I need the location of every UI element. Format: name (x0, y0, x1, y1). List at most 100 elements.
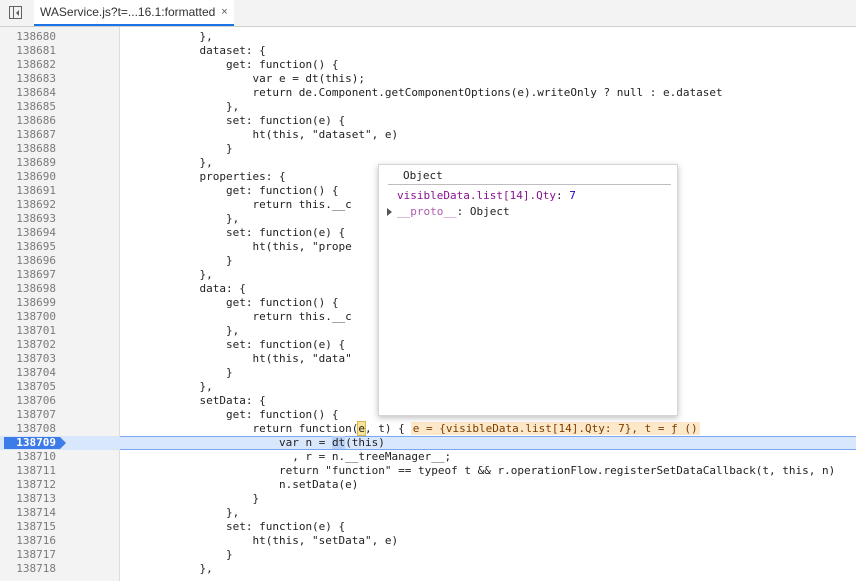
popover-proto-value: Object (469, 205, 510, 218)
code-text: get: function() { (120, 184, 339, 198)
code-line[interactable]: 138708 return function(e, t) {e = {visib… (0, 421, 856, 436)
line-number: 138713 (16, 492, 56, 505)
code-text: }, (120, 100, 239, 114)
code-fragment: }, (225, 506, 240, 519)
line-number: 138708 (16, 422, 56, 435)
code-text: get: function() { (120, 58, 339, 72)
code-line[interactable]: 138716 ht(this, "setData", e) (0, 534, 856, 548)
line-number: 138698 (16, 282, 56, 295)
code-line[interactable]: 138712 n.setData(e) (0, 478, 856, 492)
line-number: 138711 (16, 464, 56, 477)
code-line[interactable]: 138684 return de.Component.getComponentO… (0, 86, 856, 100)
code-text: } (120, 492, 259, 506)
object-preview-popover: Object visibleData.list[14].Qty: 7 __pro… (378, 164, 678, 416)
line-number: 138684 (16, 86, 56, 99)
editor-tab-bar: WAService.js?t=...16.1:formatted × (0, 0, 856, 27)
code-line[interactable]: 138711 return "function" == typeof t && … (0, 464, 856, 478)
code-fragment: setData: { (199, 394, 266, 407)
current-execution-line[interactable]: 138709 var n = dt(this) (0, 436, 856, 450)
code-text: }, (120, 562, 212, 576)
code-line[interactable]: 138714 }, (0, 506, 856, 520)
line-number: 138695 (16, 240, 56, 253)
code-fragment: properties: { (199, 170, 286, 183)
popover-entry: visibleData.list[14].Qty: 7 (397, 189, 576, 202)
code-fragment: } (225, 142, 233, 155)
code-fragment: set: function(e) { (225, 114, 346, 127)
code-fragment: } (225, 366, 233, 379)
line-number: 138717 (16, 548, 56, 561)
code-text: return this.__c (120, 310, 351, 324)
popover-title: Object (388, 169, 671, 185)
code-text: get: function() { (120, 408, 339, 422)
code-text: var e = dt(this); (120, 72, 365, 86)
code-fragment: (this) (345, 436, 385, 449)
code-text: set: function(e) { (120, 114, 345, 128)
line-number: 138693 (16, 212, 56, 225)
line-number: 138697 (16, 268, 56, 281)
code-text: }, (120, 30, 212, 44)
code-fragment: set: function(e) { (225, 226, 346, 239)
code-text: } (120, 548, 233, 562)
line-number: 138682 (16, 58, 56, 71)
line-number: 138694 (16, 226, 56, 239)
code-fragment: var n = (278, 436, 332, 449)
code-line[interactable]: 138680 }, (0, 30, 856, 44)
code-fragment: n.setData(e) (278, 478, 359, 491)
close-icon[interactable]: × (221, 6, 227, 18)
code-line[interactable]: 138688 } (0, 142, 856, 156)
code-text: }, (120, 212, 239, 226)
line-number: 138718 (16, 562, 56, 575)
line-number: 138703 (16, 352, 56, 365)
code-fragment: set: function(e) { (225, 338, 346, 351)
line-number: 138712 (16, 478, 56, 491)
code-line[interactable]: 138682 get: function() { (0, 58, 856, 72)
inline-variable-values: e = {visibleData.list[14].Qty: 7}, t = ƒ… (410, 422, 700, 435)
code-line[interactable]: 138715 set: function(e) { (0, 520, 856, 534)
code-text: return "function" == typeof t && r.opera… (120, 464, 835, 478)
code-text: set: function(e) { (120, 226, 345, 240)
code-text: , r = n.__treeManager__; (120, 450, 451, 464)
code-text: } (120, 142, 233, 156)
line-number: 138700 (16, 310, 56, 323)
code-line[interactable]: 138681 dataset: { (0, 44, 856, 58)
code-text: }, (120, 380, 212, 394)
line-number: 138685 (16, 100, 56, 113)
code-fragment: } (225, 254, 233, 267)
code-line[interactable]: 138687 ht(this, "dataset", e) (0, 128, 856, 142)
code-line[interactable]: 138686 set: function(e) { (0, 114, 856, 128)
line-number: 138692 (16, 198, 56, 211)
line-number: 138699 (16, 296, 56, 309)
code-text: return this.__c (120, 198, 351, 212)
code-fragment: , t) { (365, 422, 405, 435)
line-number: 138715 (16, 520, 56, 533)
code-fragment: var e = dt(this); (252, 72, 366, 85)
code-text: var n = dt(this) (120, 436, 385, 450)
code-text: properties: { (120, 170, 286, 184)
code-line[interactable]: 138718 }, (0, 562, 856, 576)
line-number: 138683 (16, 72, 56, 85)
tab-waservice[interactable]: WAService.js?t=...16.1:formatted × (34, 0, 234, 26)
line-number: 138686 (16, 114, 56, 127)
popover-entry-value: 7 (569, 189, 576, 202)
code-line[interactable]: 138710 , r = n.__treeManager__; (0, 450, 856, 464)
code-text: get: function() { (120, 296, 339, 310)
code-line[interactable]: 138717 } (0, 548, 856, 562)
code-text: n.setData(e) (120, 478, 358, 492)
toggle-navigator-icon[interactable] (9, 6, 22, 19)
line-number: 138709 (16, 436, 56, 449)
code-fragment: }, (199, 268, 213, 281)
code-fragment: get: function() { (225, 296, 339, 309)
code-line[interactable]: 138685 }, (0, 100, 856, 114)
expand-triangle-icon[interactable] (387, 208, 392, 216)
code-fragment: ht(this, "data" (252, 352, 352, 365)
code-text: }, (120, 506, 239, 520)
popover-proto-row[interactable]: __proto__: Object (387, 205, 510, 218)
code-text: setData: { (120, 394, 266, 408)
code-line[interactable]: 138713 } (0, 492, 856, 506)
line-number: 138702 (16, 338, 56, 351)
code-line[interactable]: 138683 var e = dt(this); (0, 72, 856, 86)
line-number: 138707 (16, 408, 56, 421)
code-text: ht(this, "prope (120, 240, 352, 254)
code-fragment: ht(this, "prope (252, 240, 352, 253)
code-text: } (120, 366, 233, 380)
